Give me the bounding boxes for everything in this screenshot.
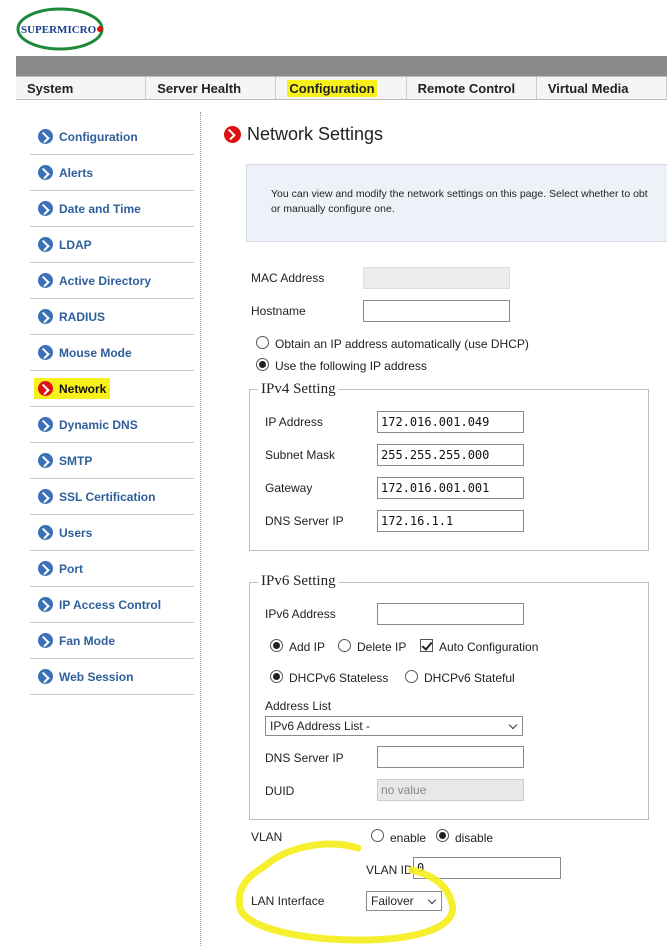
header-bar xyxy=(16,56,667,76)
arrow-right-icon xyxy=(38,237,53,252)
sidebar-item-users[interactable]: Users xyxy=(30,515,194,551)
gateway-label: Gateway xyxy=(265,481,313,495)
sidebar-item-alerts[interactable]: Alerts xyxy=(30,155,194,191)
arrow-right-icon xyxy=(38,345,53,360)
address-list-label: Address List xyxy=(265,699,332,713)
arrow-right-icon xyxy=(38,453,53,468)
sidebar-item-ssl-certification[interactable]: SSL Certification xyxy=(30,479,194,515)
supermicro-logo: SUPERMICRO xyxy=(16,7,104,51)
ip-address-input[interactable]: 172.016.001.049 xyxy=(377,411,524,433)
sidebar-item-radius[interactable]: RADIUS xyxy=(30,299,194,335)
arrow-right-icon xyxy=(38,633,53,648)
ipv6-address-input[interactable] xyxy=(377,603,524,625)
sidebar-item-mouse-mode[interactable]: Mouse Mode xyxy=(30,335,194,371)
duid-field: no value xyxy=(377,779,524,801)
tab-virtual-media[interactable]: Virtual Media xyxy=(537,77,667,99)
auto-config-label: Auto Configuration xyxy=(439,640,539,654)
top-nav: System Server Health Configuration Remot… xyxy=(16,76,667,100)
sidebar: Configuration Alerts Date and Time LDAP … xyxy=(30,119,194,695)
sidebar-item-port[interactable]: Port xyxy=(30,551,194,587)
hostname-input[interactable] xyxy=(363,300,510,322)
sidebar-item-network[interactable]: Network xyxy=(30,371,194,407)
address-list-select[interactable]: IPv6 Address List - xyxy=(265,716,523,736)
ipv6-dns-label: DNS Server IP xyxy=(265,751,344,765)
arrow-right-icon xyxy=(38,165,53,180)
subnet-mask-label: Subnet Mask xyxy=(265,448,336,462)
sidebar-item-ip-access-control[interactable]: IP Access Control xyxy=(30,587,194,623)
sidebar-item-configuration[interactable]: Configuration xyxy=(30,119,194,155)
arrow-right-icon xyxy=(38,561,53,576)
arrow-right-icon xyxy=(38,489,53,504)
tab-configuration[interactable]: Configuration xyxy=(276,77,407,99)
arrow-right-icon xyxy=(38,381,53,396)
tab-server-health[interactable]: Server Health xyxy=(146,77,277,99)
sidebar-divider xyxy=(200,112,201,946)
hostname-label: Hostname xyxy=(251,304,306,318)
info-text-line2: or manually configure one. xyxy=(271,203,395,215)
info-text-line1: You can view and modify the network sett… xyxy=(271,188,648,200)
mac-address-field xyxy=(363,267,510,289)
dhcpv6-stateless-label: DHCPv6 Stateless xyxy=(289,671,389,685)
duid-label: DUID xyxy=(265,784,295,798)
page-title: Network Settings xyxy=(247,124,384,144)
delete-ip-label: Delete IP xyxy=(357,640,407,654)
tab-system[interactable]: System xyxy=(16,77,147,99)
ipv6-legend: IPv6 Setting xyxy=(258,573,339,590)
chevron-down-icon xyxy=(508,720,518,730)
ipv4-dns-input[interactable]: 172.16.1.1 xyxy=(377,510,524,532)
add-ip-label: Add IP xyxy=(289,640,326,654)
ipv6-address-label: IPv6 Address xyxy=(265,607,336,621)
arrow-right-icon xyxy=(38,525,53,540)
page-header: Network Settings xyxy=(224,124,383,145)
ipv6-dns-input[interactable] xyxy=(377,746,524,768)
tab-remote-control[interactable]: Remote Control xyxy=(407,77,537,99)
gateway-input[interactable]: 172.016.001.001 xyxy=(377,477,524,499)
arrow-right-icon xyxy=(38,129,53,144)
sidebar-item-dynamic-dns[interactable]: Dynamic DNS xyxy=(30,407,194,443)
delete-ip-radio[interactable] xyxy=(338,639,351,652)
auto-config-checkbox[interactable] xyxy=(420,639,433,652)
dhcpv6-stateless-radio[interactable] xyxy=(270,670,283,683)
dhcp-label: Obtain an IP address automatically (use … xyxy=(275,337,529,351)
arrow-right-icon xyxy=(224,126,241,143)
sidebar-item-ldap[interactable]: LDAP xyxy=(30,227,194,263)
arrow-right-icon xyxy=(38,597,53,612)
arrow-right-icon xyxy=(38,417,53,432)
info-box: You can view and modify the network sett… xyxy=(246,164,667,242)
ipv4-legend: IPv4 Setting xyxy=(258,381,339,398)
arrow-right-icon xyxy=(38,273,53,288)
sidebar-item-fan-mode[interactable]: Fan Mode xyxy=(30,623,194,659)
arrow-right-icon xyxy=(38,309,53,324)
mac-address-label: MAC Address xyxy=(251,271,325,285)
dhcpv6-stateful-label: DHCPv6 Stateful xyxy=(424,671,515,685)
arrow-right-icon xyxy=(38,201,53,216)
sidebar-item-date-and-time[interactable]: Date and Time xyxy=(30,191,194,227)
dhcp-radio[interactable] xyxy=(256,336,269,349)
brand-text: SUPERMICRO xyxy=(21,24,97,36)
sidebar-item-smtp[interactable]: SMTP xyxy=(30,443,194,479)
add-ip-radio[interactable] xyxy=(270,639,283,652)
arrow-right-icon xyxy=(38,669,53,684)
sidebar-item-web-session[interactable]: Web Session xyxy=(30,659,194,695)
dhcpv6-stateful-radio[interactable] xyxy=(405,670,418,683)
ip-address-label: IP Address xyxy=(265,415,323,429)
subnet-mask-input[interactable]: 255.255.255.000 xyxy=(377,444,524,466)
static-ip-label: Use the following IP address xyxy=(275,359,427,373)
sidebar-item-active-directory[interactable]: Active Directory xyxy=(30,263,194,299)
static-ip-radio[interactable] xyxy=(256,358,269,371)
highlight-annotation xyxy=(235,840,456,944)
ipv4-dns-label: DNS Server IP xyxy=(265,514,344,528)
